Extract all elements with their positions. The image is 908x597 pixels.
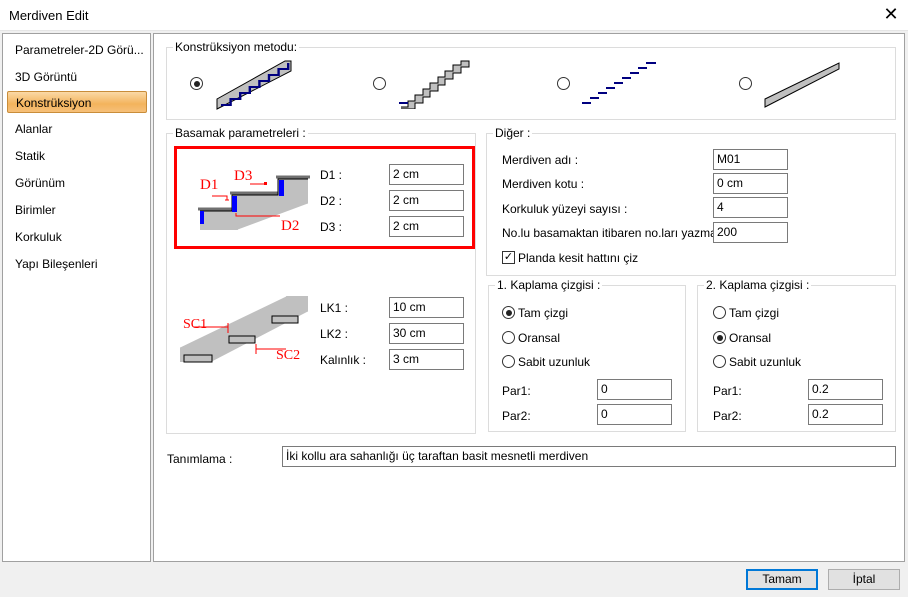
stair-name-input[interactable]: M01 xyxy=(713,149,788,170)
d1-input[interactable]: 2 cm xyxy=(389,164,464,185)
sidebar-item-yapi-bilesenleri[interactable]: Yapı Bileşenleri xyxy=(7,253,147,275)
sidebar: Parametreler-2D Görü... 3D Görüntü Konst… xyxy=(2,33,151,562)
cancel-button[interactable]: İptal xyxy=(828,569,900,590)
lk2-label: LK2 : xyxy=(320,327,349,341)
cover2-par1-label: Par1: xyxy=(713,384,742,398)
stair-elevation-label: Merdiven kotu : xyxy=(502,177,585,191)
sc2-label: SC2 xyxy=(276,348,300,363)
cover2-ratio-label: Oransal xyxy=(729,331,772,345)
cover2-par2-label: Par2: xyxy=(713,409,742,423)
cover2-par2-input[interactable]: 0.2 xyxy=(808,404,883,425)
stair-name-label: Merdiven adı : xyxy=(502,153,579,167)
title-bar: Merdiven Edit ✕ xyxy=(0,0,908,31)
stair-floating-treads-icon xyxy=(582,62,656,104)
cover-line-1-label: 1. Kaplama çizgisi : xyxy=(495,278,603,292)
d3-field-label: D3 : xyxy=(320,220,343,234)
cover2-ratio-radio[interactable] xyxy=(713,331,726,344)
cover1-par2-label: Par2: xyxy=(502,409,531,423)
d2-input[interactable]: 2 cm xyxy=(389,190,464,211)
section-line-label: Planda kesit hattını çiz xyxy=(518,251,639,265)
thickness-input[interactable]: 3 cm xyxy=(389,349,464,370)
method-radio-1[interactable] xyxy=(190,77,203,90)
d2-label: D2 xyxy=(281,218,299,234)
window-title: Merdiven Edit xyxy=(9,8,89,23)
lk1-input[interactable]: 10 cm xyxy=(389,297,464,318)
stair-inclined-slab-icon xyxy=(764,62,840,108)
d1-field-label: D1 : xyxy=(320,168,343,182)
construction-method-group: Konstrüksiyon metodu: xyxy=(166,40,896,120)
stair-double-step-icon xyxy=(399,60,470,109)
sidebar-item-gorunum[interactable]: Görünüm xyxy=(7,172,147,194)
cover1-full-label: Tam çizgi xyxy=(518,306,569,320)
step-numbering-label: No.lu basamaktan itibaren no.ları yazma … xyxy=(502,226,724,240)
cover1-par1-label: Par1: xyxy=(502,384,531,398)
sidebar-item-statik[interactable]: Statik xyxy=(7,145,147,167)
step-numbering-input[interactable]: 200 xyxy=(713,222,788,243)
construction-method-label: Konstrüksiyon metodu: xyxy=(173,40,300,54)
section-line-checkbox[interactable]: ✓ xyxy=(502,251,515,264)
d3-input[interactable]: 2 cm xyxy=(389,216,464,237)
stair-elevation-input[interactable]: 0 cm xyxy=(713,173,788,194)
sidebar-item-konstruksiyon[interactable]: Konstrüksiyon xyxy=(7,91,147,113)
cover2-par1-input[interactable]: 0.2 xyxy=(808,379,883,400)
cover1-par2-input[interactable]: 0 xyxy=(597,404,672,425)
cover1-full-radio[interactable] xyxy=(502,306,515,319)
close-icon[interactable]: ✕ xyxy=(880,4,902,25)
railing-surface-count-input[interactable]: 4 xyxy=(713,197,788,218)
method-radio-4[interactable] xyxy=(739,77,752,90)
method-radio-3[interactable] xyxy=(557,77,570,90)
lk1-label: LK1 : xyxy=(320,301,349,315)
landing-cover-diagram: SC1 SC2 xyxy=(179,295,309,363)
lk2-input[interactable]: 30 cm xyxy=(389,323,464,344)
cover-line-2-label: 2. Kaplama çizgisi : xyxy=(704,278,812,292)
thickness-label: Kalınlık : xyxy=(320,353,367,367)
cover1-par1-input[interactable]: 0 xyxy=(597,379,672,400)
cover1-ratio-radio[interactable] xyxy=(502,331,515,344)
railing-surface-count-label: Korkuluk yüzeyi sayısı : xyxy=(502,202,628,216)
other-label: Diğer : xyxy=(493,126,533,140)
ok-button[interactable]: Tamam xyxy=(746,569,818,590)
cover2-full-radio[interactable] xyxy=(713,306,726,319)
cover1-fixed-label: Sabit uzunluk xyxy=(518,355,591,369)
sidebar-item-parametreler[interactable]: Parametreler-2D Görü... xyxy=(7,39,147,61)
sidebar-item-3d[interactable]: 3D Görüntü xyxy=(7,66,147,88)
step-dimension-diagram: D1 D3 D2 xyxy=(198,168,310,234)
cover2-full-label: Tam çizgi xyxy=(729,306,780,320)
sc1-label: SC1 xyxy=(183,317,207,332)
step-params-label: Basamak parametreleri : xyxy=(173,126,308,140)
cover2-fixed-radio[interactable] xyxy=(713,355,726,368)
stair-stepped-slab-icon xyxy=(216,60,292,110)
cover1-ratio-label: Oransal xyxy=(518,331,561,345)
sidebar-item-alanlar[interactable]: Alanlar xyxy=(7,118,147,140)
sidebar-item-korkuluk[interactable]: Korkuluk xyxy=(7,226,147,248)
cover1-fixed-radio[interactable] xyxy=(502,355,515,368)
d3-label: D3 xyxy=(234,168,252,184)
sidebar-item-birimler[interactable]: Birimler xyxy=(7,199,147,221)
d1-label: D1 xyxy=(200,177,218,193)
description-label: Tanımlama : xyxy=(167,452,233,466)
cover2-fixed-label: Sabit uzunluk xyxy=(729,355,802,369)
description-input[interactable]: İki kollu ara sahanlığı üç taraftan basi… xyxy=(282,446,896,467)
d2-field-label: D2 : xyxy=(320,194,343,208)
method-radio-2[interactable] xyxy=(373,77,386,90)
